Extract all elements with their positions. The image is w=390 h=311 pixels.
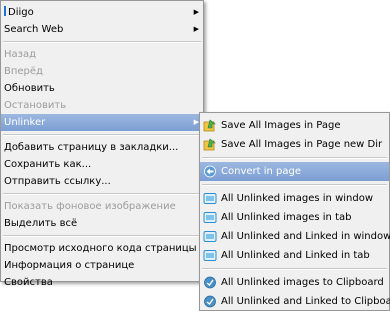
- menu-item-label: Выделить всё: [4, 218, 78, 229]
- menu-item-label: Назад: [4, 49, 37, 60]
- submenu-item-convert-in-page[interactable]: Convert in page: [200, 162, 389, 181]
- tab-icon: [203, 212, 217, 223]
- window-icon: [203, 231, 217, 242]
- submenu-item-label: Save All Images in Page: [221, 120, 341, 131]
- submenu-item-save-all-images-new-dir[interactable]: Save All Images in Page new Dir: [200, 135, 389, 154]
- menu-item-bookmark-page[interactable]: Добавить страницу в закладки...: [1, 139, 203, 156]
- menu-item-search-web[interactable]: Search Web ▶: [1, 21, 203, 38]
- menu-item-label: Добавить страницу в закладки...: [4, 142, 179, 153]
- menu-item-label: Показать фоновое изображение: [4, 201, 176, 212]
- submenu-item-unlinked-images-clipboard[interactable]: All Unlinked images to Clipboard: [200, 273, 389, 292]
- submenu-item-unlinked-linked-window[interactable]: All Unlinked and Linked in window: [200, 227, 390, 246]
- window-icon: [203, 193, 217, 204]
- menu-item-diigo[interactable]: Diigo ▶: [1, 4, 203, 21]
- menu-item-label: Search Web: [4, 24, 64, 35]
- menu-item-label: Свойства: [4, 277, 53, 288]
- save-images-icon: [203, 119, 216, 132]
- submenu-item-label: All Unlinked and Linked in window: [221, 231, 390, 242]
- menu-item-view-source[interactable]: Просмотр исходного кода страницы: [1, 240, 203, 257]
- menu-item-show-background-image[interactable]: Показать фоновое изображение: [1, 198, 203, 215]
- menu-separator: [202, 157, 387, 159]
- submenu-item-label: All Unlinked images to Clipboard: [221, 277, 384, 288]
- unlinker-submenu: Save All Images in Page Save All Images …: [199, 112, 390, 311]
- menu-separator: [3, 41, 201, 43]
- clipboard-icon: [204, 276, 216, 289]
- menu-item-label: Информация о странице: [4, 260, 135, 271]
- clipboard-icon: [204, 295, 216, 308]
- menu-separator: [202, 184, 387, 186]
- menu-item-label: Вперёд: [4, 66, 43, 77]
- menu-item-label: Diigo: [8, 7, 34, 18]
- submenu-item-unlinked-images-tab[interactable]: All Unlinked images in tab: [200, 208, 389, 227]
- submenu-item-label: Save All Images in Page new Dir: [221, 139, 383, 150]
- submenu-item-unlinked-images-window[interactable]: All Unlinked images in window: [200, 189, 389, 208]
- submenu-item-unlinked-linked-clipboard[interactable]: All Unlinked and Linked to Clipboard: [200, 292, 390, 311]
- submenu-item-label: All Unlinked images in window: [221, 193, 374, 204]
- menu-item-unlinker[interactable]: Unlinker ▶: [1, 114, 203, 131]
- menu-item-stop[interactable]: Остановить: [1, 97, 203, 114]
- menu-separator: [3, 134, 201, 136]
- menu-item-select-all[interactable]: Выделить всё: [1, 215, 203, 232]
- menu-item-label: Сохранить как...: [4, 159, 92, 170]
- submenu-item-label: All Unlinked images in tab: [221, 212, 352, 223]
- menu-item-forward[interactable]: Вперёд: [1, 63, 203, 80]
- menu-separator: [3, 193, 201, 195]
- menu-item-back[interactable]: Назад: [1, 46, 203, 63]
- menu-item-label: Unlinker: [4, 117, 46, 128]
- submenu-arrow-icon: ▶: [193, 25, 199, 33]
- menu-item-send-link[interactable]: Отправить ссылку...: [1, 173, 203, 190]
- menu-item-properties[interactable]: Свойства: [1, 274, 203, 291]
- submenu-item-label: All Unlinked and Linked in tab: [221, 250, 370, 261]
- submenu-arrow-icon: ▶: [193, 8, 199, 16]
- menu-item-reload[interactable]: Обновить: [1, 80, 203, 97]
- menu-item-label: Отправить ссылку...: [4, 176, 111, 187]
- submenu-item-unlinked-linked-tab[interactable]: All Unlinked and Linked in tab: [200, 246, 389, 265]
- context-menu: Diigo ▶ Search Web ▶ Назад Вперёд Обнови…: [0, 0, 204, 288]
- menu-item-label: Обновить: [4, 83, 55, 94]
- menu-item-page-info[interactable]: Информация о странице: [1, 257, 203, 274]
- convert-icon: [204, 165, 216, 178]
- tab-icon: [203, 250, 217, 261]
- menu-item-label: Просмотр исходного кода страницы: [4, 243, 197, 254]
- menu-separator: [3, 235, 201, 237]
- menu-item-save-as[interactable]: Сохранить как...: [1, 156, 203, 173]
- menu-item-label: Остановить: [4, 100, 67, 111]
- submenu-item-label: Convert in page: [221, 166, 301, 177]
- diigo-icon: [4, 6, 6, 16]
- menu-separator: [202, 268, 387, 270]
- submenu-item-save-all-images[interactable]: Save All Images in Page: [200, 116, 389, 135]
- save-images-dir-icon: [203, 138, 216, 151]
- submenu-item-label: All Unlinked and Linked to Clipboard: [221, 296, 390, 307]
